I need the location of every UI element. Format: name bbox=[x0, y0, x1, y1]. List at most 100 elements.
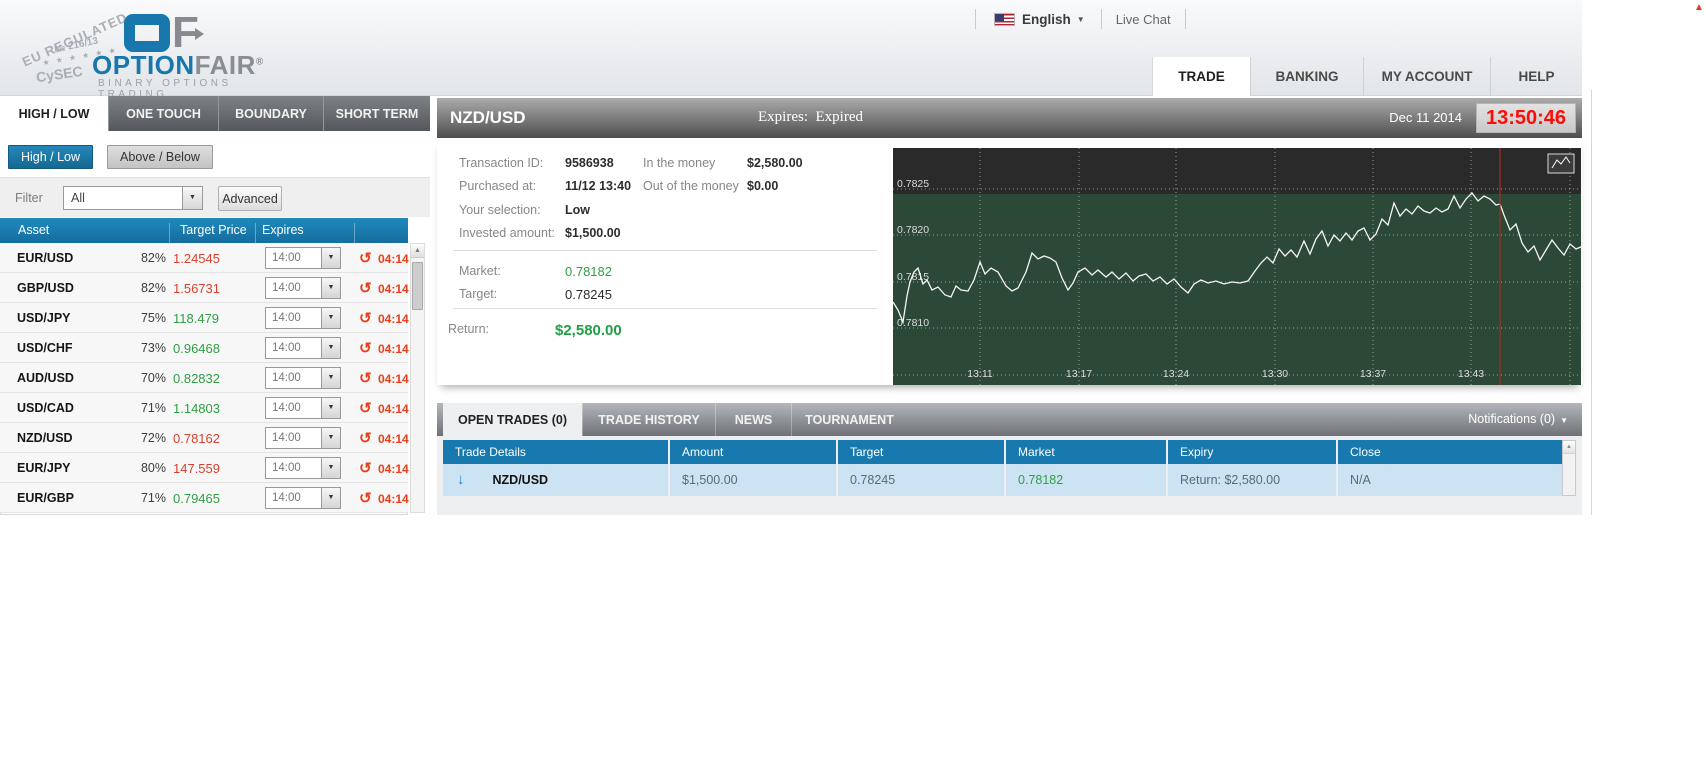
bottom-tab-tournament[interactable]: TOURNAMENT bbox=[791, 403, 907, 436]
dropdown-arrow-icon[interactable]: ▼ bbox=[321, 278, 340, 298]
divider bbox=[975, 9, 976, 29]
nav-tab-trade[interactable]: TRADE bbox=[1152, 57, 1250, 96]
option-type-tab-short-term[interactable]: SHORT TERM bbox=[323, 96, 430, 131]
dropdown-arrow-icon[interactable]: ▼ bbox=[321, 248, 340, 268]
nav-tab-my-account[interactable]: MY ACCOUNT bbox=[1363, 57, 1490, 96]
nav-tab-banking[interactable]: BANKING bbox=[1250, 57, 1363, 96]
expiry-select[interactable]: 14:00 ▼ bbox=[265, 337, 341, 359]
asset-payout: 70% bbox=[140, 371, 166, 385]
trade-title-bar: NZD/USD Expires: Expired Dec 11 2014 13:… bbox=[437, 98, 1582, 138]
asset-row-nzd-usd[interactable]: NZD/USD 72% 0.78162 14:00 ▼ ↻ 04:14 bbox=[0, 423, 409, 453]
expiry-value: 14:00 bbox=[272, 312, 301, 324]
expiry-value: 14:00 bbox=[272, 432, 301, 444]
main-nav: TRADE BANKING MY ACCOUNT HELP bbox=[1152, 57, 1582, 96]
asset-row-eur-gbp[interactable]: EUR/GBP 71% 0.79465 14:00 ▼ ↻ 04:14 bbox=[0, 483, 409, 513]
filter-bar: Filter All ▼ Advanced bbox=[0, 177, 430, 217]
dropdown-arrow-icon[interactable]: ▼ bbox=[182, 187, 202, 209]
bottom-tab-news[interactable]: NEWS bbox=[715, 403, 791, 436]
x-axis-tick: 13:11 bbox=[967, 368, 993, 380]
bottom-panel: Notifications (0) ▼ OPEN TRADES (0) TRADE … bbox=[437, 403, 1582, 515]
asset-row-gbp-usd[interactable]: GBP/USD 82% 1.56731 14:00 ▼ ↻ 04:14 bbox=[0, 273, 409, 303]
notifications-toggle[interactable]: Notifications (0) ▼ bbox=[1468, 412, 1568, 426]
asset-target-price: 147.559 bbox=[173, 461, 220, 476]
countdown-timer: 04:14 bbox=[378, 312, 409, 326]
market-label: Market: bbox=[459, 264, 501, 278]
dropdown-arrow-icon[interactable]: ▼ bbox=[321, 488, 340, 508]
dropdown-arrow-icon[interactable]: ▼ bbox=[321, 398, 340, 418]
live-chat-link[interactable]: Live Chat bbox=[1116, 12, 1171, 27]
countdown-timer: 04:14 bbox=[378, 372, 409, 386]
language-selector[interactable]: English bbox=[1022, 12, 1071, 27]
asset-target-price: 0.78162 bbox=[173, 431, 220, 446]
countdown-timer: 04:14 bbox=[378, 342, 409, 356]
scrollbar-thumb[interactable] bbox=[412, 262, 423, 310]
nav-tab-help[interactable]: HELP bbox=[1490, 57, 1582, 96]
detail-row: Transaction ID: 9586938 In the money $2,… bbox=[437, 156, 887, 172]
bottom-tab-trade-history[interactable]: TRADE HISTORY bbox=[582, 403, 715, 436]
trades-table-scrollbar[interactable]: ▲ bbox=[1562, 440, 1576, 496]
invested-label: Invested amount: bbox=[459, 226, 555, 240]
bottom-tab-open-trades-0[interactable]: OPEN TRADES (0) bbox=[443, 403, 582, 436]
transaction-id-label: Transaction ID: bbox=[459, 156, 544, 170]
column-header-close: Close bbox=[1338, 440, 1562, 464]
asset-table-scrollbar[interactable]: ▲ bbox=[410, 243, 425, 513]
mode-above-below-button[interactable]: Above / Below bbox=[107, 145, 213, 169]
divider bbox=[169, 223, 170, 244]
optionfair-logo[interactable]: EU REGULATED № 216/13 CySEC ★ ★ ★ ★ ★ ★ … bbox=[6, 2, 306, 100]
asset-table: Asset Target Price Expires EUR/USD 82% 1.2… bbox=[0, 218, 409, 515]
expiry-select[interactable]: 14:00 ▼ bbox=[265, 457, 341, 479]
asset-row-eur-jpy[interactable]: EUR/JPY 80% 147.559 14:00 ▼ ↻ 04:14 bbox=[0, 453, 409, 483]
trade-row-nzdusd[interactable]: ↓ NZD/USD $1,500.00 0.78245 0.78182 Retur… bbox=[443, 464, 1562, 496]
expiry-select[interactable]: 14:00 ▼ bbox=[265, 487, 341, 509]
expiry-select[interactable]: 14:00 ▼ bbox=[265, 427, 341, 449]
asset-row-usd-chf[interactable]: USD/CHF 73% 0.96468 14:00 ▼ ↻ 04:14 bbox=[0, 333, 409, 363]
asset-payout: 73% bbox=[140, 341, 166, 355]
asset-name: USD/JPY bbox=[17, 311, 71, 325]
column-header-target: Target bbox=[838, 440, 1004, 464]
dropdown-arrow-icon[interactable]: ▼ bbox=[321, 308, 340, 328]
asset-name: EUR/GBP bbox=[17, 491, 74, 505]
page-scrollbar-up-arrow[interactable]: ▲ bbox=[1694, 2, 1704, 13]
countdown-timer: 04:14 bbox=[378, 462, 409, 476]
scroll-up-arrow-icon[interactable]: ▲ bbox=[1563, 441, 1575, 454]
divider bbox=[1100, 9, 1102, 29]
expiry-select[interactable]: 14:00 ▼ bbox=[265, 277, 341, 299]
dropdown-arrow-icon[interactable]: ▼ bbox=[321, 458, 340, 478]
option-type-tab-one-touch[interactable]: ONE TOUCH bbox=[108, 96, 218, 131]
asset-row-aud-usd[interactable]: AUD/USD 70% 0.82832 14:00 ▼ ↻ 04:14 bbox=[0, 363, 409, 393]
asset-row-eur-usd[interactable]: EUR/USD 82% 1.24545 14:00 ▼ ↻ 04:14 bbox=[0, 243, 409, 273]
in-money-label: In the money bbox=[643, 156, 716, 170]
asset-rows: EUR/USD 82% 1.24545 14:00 ▼ ↻ 04:14 GBP/USD 82% 1… bbox=[0, 243, 409, 513]
in-money-value: $2,580.00 bbox=[747, 156, 803, 170]
detail-row: Your selection: Low bbox=[437, 203, 887, 219]
asset-payout: 75% bbox=[140, 311, 166, 325]
asset-row-usd-cad[interactable]: USD/CAD 71% 1.14803 14:00 ▼ ↻ 04:14 bbox=[0, 393, 409, 423]
invested-value: $1,500.00 bbox=[565, 226, 621, 240]
dropdown-arrow-icon[interactable]: ▼ bbox=[321, 428, 340, 448]
countdown-clock-icon: ↻ bbox=[359, 280, 372, 297]
expiry-select[interactable]: 14:00 ▼ bbox=[265, 247, 341, 269]
trades-table-header: Trade Details Amount Target Market Expiry Clo… bbox=[443, 440, 1562, 464]
option-type-tab-high-low[interactable]: HIGH / LOW bbox=[0, 96, 108, 131]
registered-mark: ® bbox=[255, 56, 264, 68]
dropdown-arrow-icon[interactable]: ▼ bbox=[321, 338, 340, 358]
expiry-select[interactable]: 14:00 ▼ bbox=[265, 397, 341, 419]
utility-bar: English ▼ Live Chat bbox=[975, 6, 1186, 32]
caret-down-icon[interactable]: ▼ bbox=[1077, 15, 1085, 24]
option-type-tab-boundary[interactable]: BOUNDARY bbox=[218, 96, 323, 131]
filter-label: Filter bbox=[15, 191, 43, 205]
expiry-select[interactable]: 14:00 ▼ bbox=[265, 367, 341, 389]
expiry-select[interactable]: 14:00 ▼ bbox=[265, 307, 341, 329]
detail-row: Target: 0.78245 bbox=[437, 287, 887, 303]
arrow-down-icon: ↓ bbox=[457, 471, 465, 488]
scroll-up-arrow-icon[interactable]: ▲ bbox=[411, 244, 424, 258]
asset-row-usd-jpy[interactable]: USD/JPY 75% 118.479 14:00 ▼ ↻ 04:14 bbox=[0, 303, 409, 333]
countdown-clock-icon: ↻ bbox=[359, 340, 372, 357]
mode-high-low-button[interactable]: High / Low bbox=[8, 145, 93, 169]
filter-select[interactable]: All ▼ bbox=[63, 186, 203, 210]
purchased-at-value: 11/12 13:40 bbox=[565, 179, 632, 193]
countdown-timer: 04:14 bbox=[378, 252, 409, 266]
dropdown-arrow-icon[interactable]: ▼ bbox=[321, 368, 340, 388]
of-monogram-icon: F bbox=[124, 11, 204, 55]
advanced-button[interactable]: Advanced bbox=[218, 186, 282, 211]
